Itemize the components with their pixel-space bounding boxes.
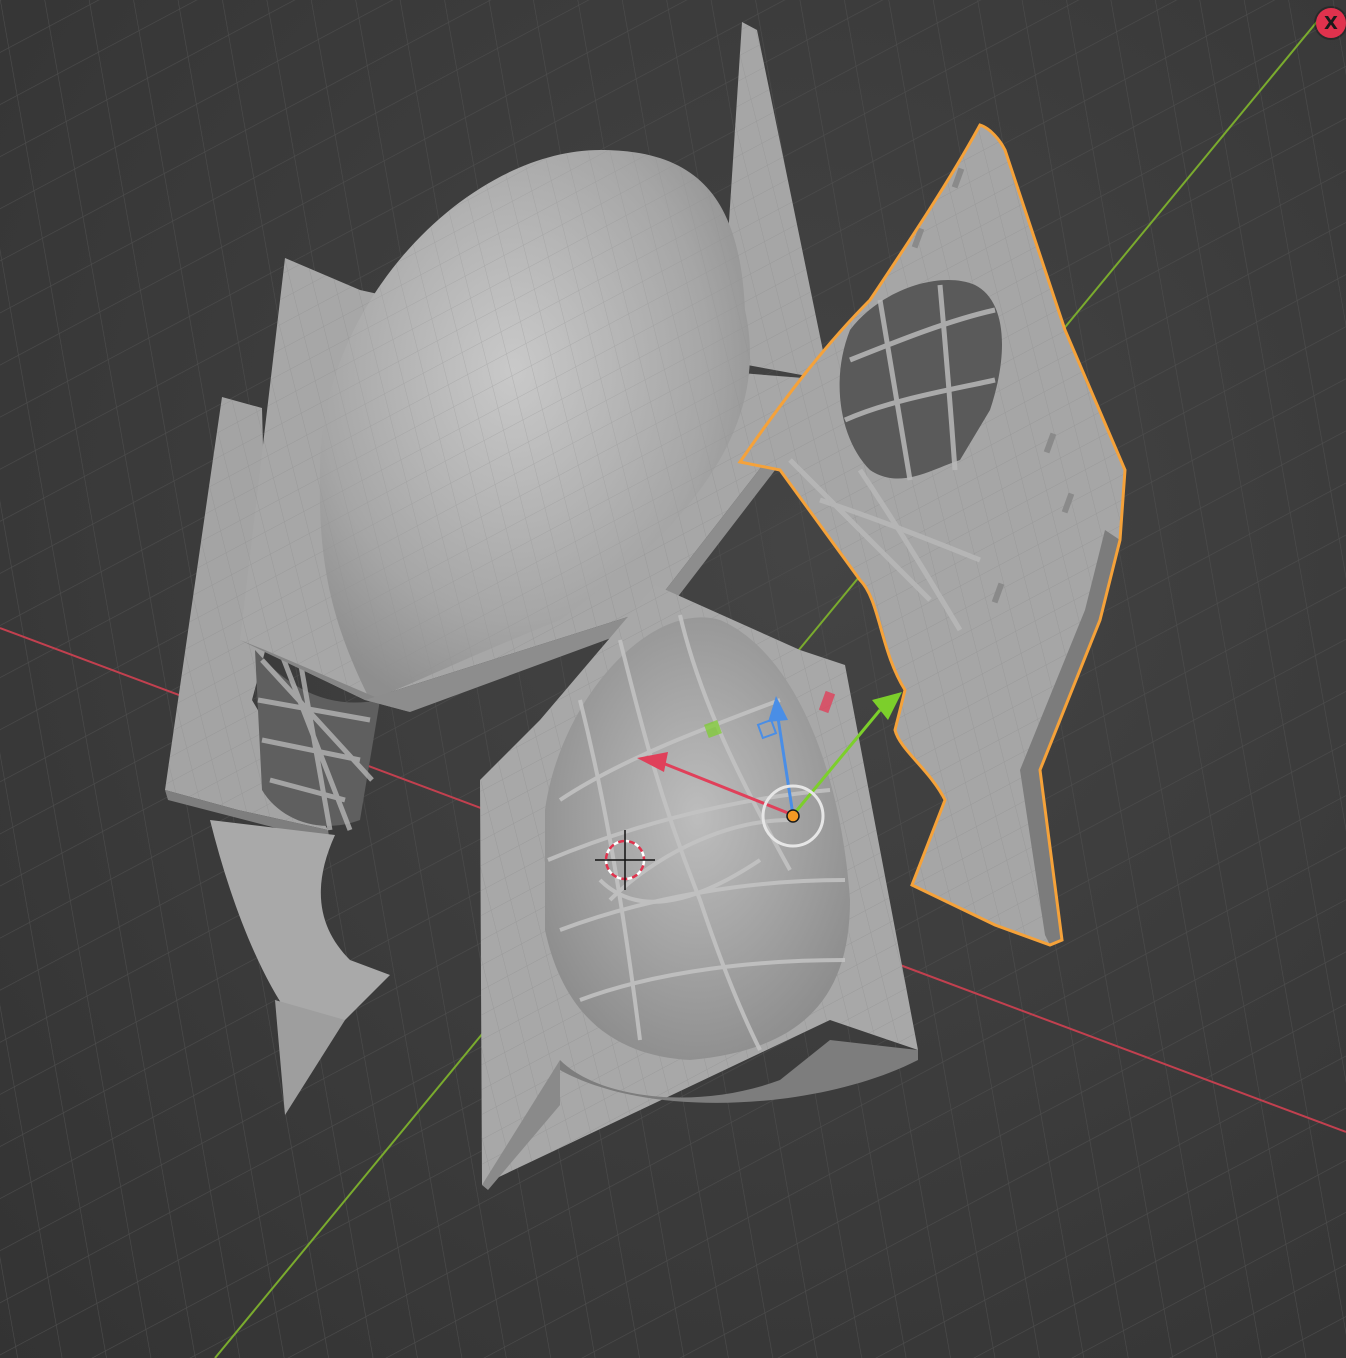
scene-canvas[interactable] [0, 0, 1346, 1358]
3d-viewport[interactable]: X [0, 0, 1346, 1358]
nav-gizmo-x-axis-button[interactable]: X [1316, 8, 1346, 38]
